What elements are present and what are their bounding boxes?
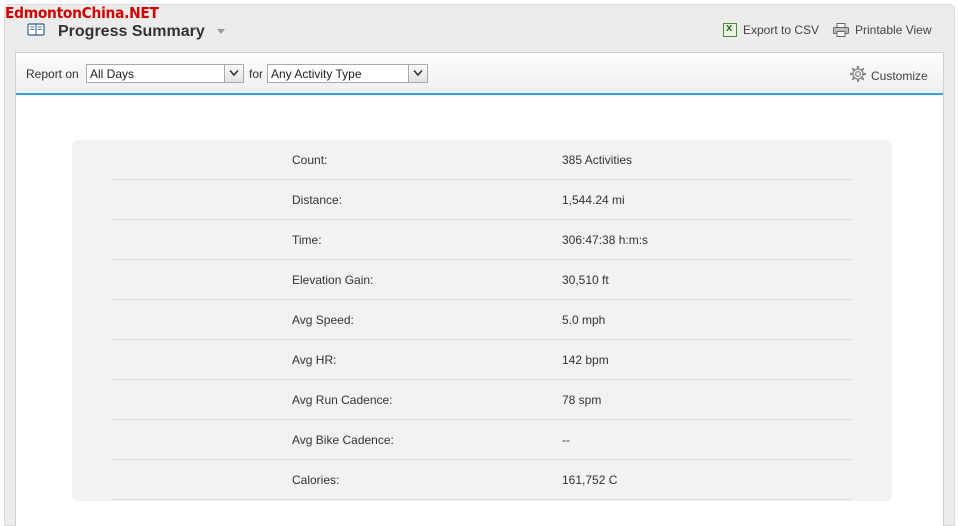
row-label: Avg Run Cadence: <box>292 393 393 407</box>
report-on-select[interactable]: All Days <box>86 64 244 83</box>
row-value: 30,510 ft <box>562 273 609 287</box>
book-icon <box>27 23 45 37</box>
summary-row-avg-hr: Avg HR: 142 bpm <box>112 340 852 380</box>
activity-type-value: Any Activity Type <box>271 67 362 81</box>
excel-icon <box>723 22 737 37</box>
summary-row-avg-speed: Avg Speed: 5.0 mph <box>112 300 852 340</box>
printable-view-label: Printable View <box>855 23 932 37</box>
row-label: Count: <box>292 153 328 167</box>
export-csv-label: Export to CSV <box>743 23 820 37</box>
row-value: 1,544.24 mi <box>562 193 625 207</box>
row-value: -- <box>562 433 570 447</box>
summary-row-avg-bike-cadence: Avg Bike Cadence: -- <box>112 420 852 460</box>
summary-row-time: Time: 306:47:38 h:m:s <box>112 220 852 260</box>
row-label: Avg Bike Cadence: <box>292 433 394 447</box>
gear-icon <box>849 65 867 85</box>
summary-row-distance: Distance: 1,544.24 mi <box>112 180 852 220</box>
row-value: 161,752 C <box>562 473 618 487</box>
row-label: Avg Speed: <box>292 313 354 327</box>
summary-row-calories: Calories: 161,752 C <box>112 460 852 500</box>
chevron-down-icon[interactable] <box>224 65 243 82</box>
title-caret-icon[interactable] <box>217 29 225 34</box>
row-value: 385 Activities <box>562 153 633 167</box>
export-csv-button[interactable]: Export to CSV <box>723 21 819 39</box>
row-label: Distance: <box>292 193 343 207</box>
filter-toolbar: Report on All Days for Any Activity Type <box>16 53 943 95</box>
report-on-value: All Days <box>90 67 135 81</box>
page-title: Progress Summary <box>58 23 205 40</box>
row-label: Time: <box>292 233 322 247</box>
row-value: 306:47:38 h:m:s <box>562 233 649 247</box>
progress-summary-widget: Progress Summary Export to CSV Printable… <box>4 4 955 526</box>
row-label: Calories: <box>292 473 340 487</box>
summary-row-elevation-gain: Elevation Gain: 30,510 ft <box>112 260 852 300</box>
activity-type-select[interactable]: Any Activity Type <box>267 64 428 83</box>
summary-panel: Report on All Days for Any Activity Type <box>15 52 944 526</box>
watermark-logo: EdmontonChina.NET <box>5 4 159 22</box>
row-value: 5.0 mph <box>562 313 606 327</box>
printer-icon <box>833 23 849 37</box>
summary-row-avg-run-cadence: Avg Run Cadence: 78 spm <box>112 380 852 420</box>
printable-view-button[interactable]: Printable View <box>833 21 932 39</box>
customize-label: Customize <box>871 68 928 83</box>
customize-button[interactable]: Customize <box>849 65 928 85</box>
row-label: Elevation Gain: <box>292 273 374 287</box>
row-value: 142 bpm <box>562 353 609 367</box>
for-label: for <box>249 67 264 81</box>
summary-row-count: Count: 385 Activities <box>112 140 852 180</box>
row-value: 78 spm <box>562 393 602 407</box>
row-label: Avg HR: <box>292 353 337 367</box>
summary-table: Count: 385 Activities Distance: 1,544.24… <box>72 140 892 501</box>
chevron-down-icon[interactable] <box>408 65 427 82</box>
report-on-label: Report on <box>26 67 79 81</box>
